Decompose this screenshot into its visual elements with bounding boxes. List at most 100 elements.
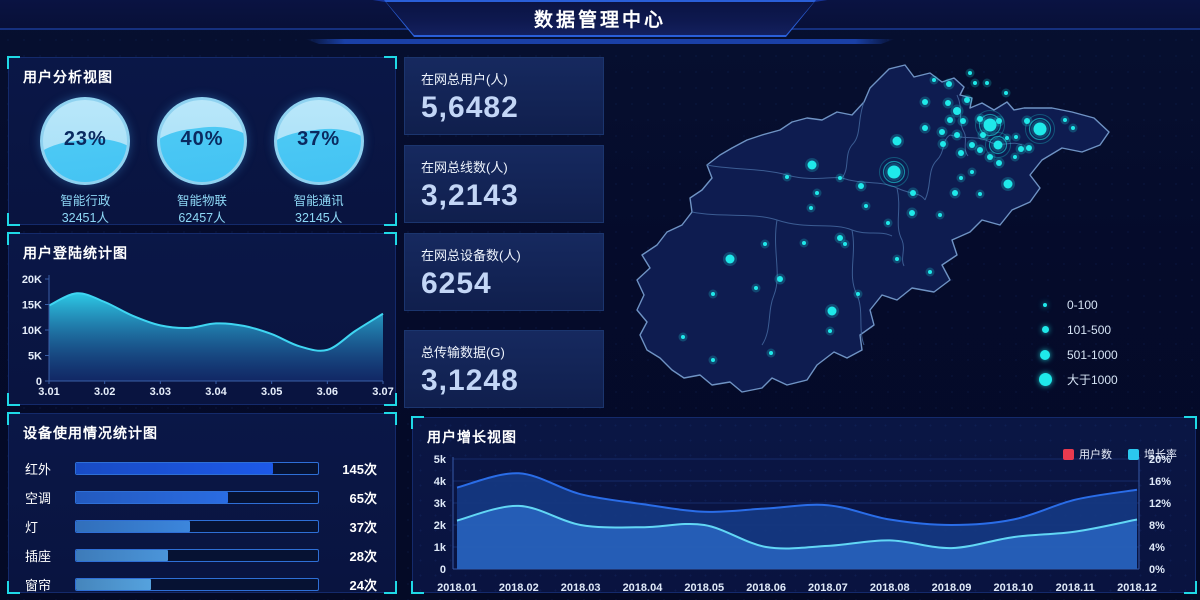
map-data-point[interactable] bbox=[909, 210, 915, 216]
map-data-point[interactable] bbox=[980, 132, 986, 138]
map-data-point[interactable] bbox=[939, 129, 945, 135]
growth-x-tick: 2018.10 bbox=[993, 582, 1033, 594]
map-data-point[interactable] bbox=[978, 192, 982, 196]
header-underline bbox=[305, 39, 895, 44]
map-data-point[interactable] bbox=[938, 213, 942, 217]
growth-left-tick: 3k bbox=[434, 498, 447, 510]
map-data-point[interactable] bbox=[910, 190, 916, 196]
growth-right-tick: 8% bbox=[1149, 520, 1165, 532]
map-data-point[interactable] bbox=[777, 276, 783, 282]
map-data-point[interactable] bbox=[968, 71, 972, 75]
login-y-tick: 5K bbox=[28, 351, 42, 363]
map-data-point[interactable] bbox=[958, 150, 964, 156]
map-data-point[interactable] bbox=[886, 221, 890, 225]
map-data-point[interactable] bbox=[928, 270, 932, 274]
map-data-point[interactable] bbox=[946, 81, 952, 87]
device-bar-value: 37次 bbox=[319, 517, 377, 536]
map-data-point[interactable] bbox=[1014, 135, 1018, 139]
map-data-point[interactable] bbox=[711, 358, 715, 362]
map-data-point[interactable] bbox=[970, 170, 974, 174]
map-data-point[interactable] bbox=[996, 118, 1002, 124]
map-data-point[interactable] bbox=[922, 99, 928, 105]
map-data-point[interactable] bbox=[953, 107, 961, 115]
map-data-point[interactable] bbox=[952, 190, 958, 196]
map-data-point[interactable] bbox=[1004, 91, 1008, 95]
region-map[interactable]: 0-100101-500501-1000大于1000 bbox=[612, 40, 1200, 418]
device-bar-track[interactable] bbox=[75, 491, 319, 504]
map-data-point[interactable] bbox=[808, 161, 817, 170]
map-data-point[interactable] bbox=[1018, 146, 1024, 152]
map-data-point[interactable] bbox=[1026, 145, 1032, 151]
map-data-point[interactable] bbox=[809, 206, 813, 210]
liquid-gauge-circle[interactable]: 23% bbox=[40, 97, 130, 185]
device-bar-label: 空调 bbox=[25, 488, 75, 507]
map-data-point[interactable] bbox=[815, 191, 819, 195]
device-bar-track[interactable] bbox=[75, 578, 319, 591]
legend-item[interactable]: 增长率 bbox=[1128, 446, 1177, 462]
panel-corner-bl bbox=[7, 581, 20, 594]
map-legend-dot-col bbox=[1037, 303, 1053, 307]
map-data-point[interactable] bbox=[945, 100, 951, 106]
device-bar-track[interactable] bbox=[75, 520, 319, 533]
map-data-point[interactable] bbox=[864, 204, 868, 208]
growth-chart-legend[interactable]: 用户数增长率 bbox=[1063, 446, 1177, 462]
map-data-point[interactable] bbox=[964, 97, 970, 103]
header-banner: 数据管理中心 bbox=[384, 0, 816, 37]
growth-left-tick: 0 bbox=[440, 564, 446, 576]
gauge-caption: 智能通讯32145人 bbox=[267, 193, 371, 227]
map-data-point[interactable] bbox=[1024, 118, 1030, 124]
map-data-point[interactable] bbox=[754, 286, 758, 290]
map-data-point[interactable] bbox=[843, 242, 847, 246]
panel-corner-tr bbox=[384, 412, 397, 425]
map-data-point[interactable] bbox=[996, 160, 1002, 166]
map-data-point[interactable] bbox=[893, 137, 902, 146]
login-y-tick: 15K bbox=[22, 300, 42, 312]
login-area-chart[interactable]: 05K10K15K20K3.013.023.033.043.053.063.07 bbox=[9, 267, 397, 407]
map-data-point[interactable] bbox=[769, 351, 773, 355]
map-data-point[interactable] bbox=[837, 235, 843, 241]
stat-label: 总传输数据(G) bbox=[421, 342, 587, 361]
map-data-point[interactable] bbox=[960, 118, 966, 124]
map-data-point[interactable] bbox=[763, 242, 767, 246]
liquid-gauge-circle[interactable]: 40% bbox=[157, 97, 247, 185]
growth-left-tick: 4k bbox=[434, 476, 447, 488]
growth-area-chart[interactable]: 00%1k4%2k8%3k12%4k16%5k20%2018.012018.02… bbox=[413, 451, 1197, 599]
map-data-point[interactable] bbox=[954, 132, 960, 138]
map-legend-row: 0-100 bbox=[1037, 292, 1118, 317]
map-data-point[interactable] bbox=[858, 183, 864, 189]
device-bar-track[interactable] bbox=[75, 549, 319, 562]
map-data-point[interactable] bbox=[785, 175, 789, 179]
map-data-point[interactable] bbox=[994, 141, 1003, 150]
stat-card: 在网总线数(人)3,2143 bbox=[404, 145, 604, 223]
map-data-point[interactable] bbox=[1063, 118, 1067, 122]
map-data-point[interactable] bbox=[828, 307, 837, 316]
map-data-point[interactable] bbox=[726, 255, 735, 264]
liquid-gauge-circle[interactable]: 37% bbox=[274, 97, 364, 185]
map-data-point[interactable] bbox=[828, 329, 832, 333]
map-data-point[interactable] bbox=[932, 78, 936, 82]
map-data-point[interactable] bbox=[1004, 180, 1013, 189]
map-data-point[interactable] bbox=[973, 81, 977, 85]
map-data-point[interactable] bbox=[681, 335, 685, 339]
legend-item[interactable]: 用户数 bbox=[1063, 446, 1112, 462]
map-data-point[interactable] bbox=[1071, 126, 1075, 130]
map-data-point[interactable] bbox=[1013, 155, 1017, 159]
map-data-point[interactable] bbox=[959, 176, 963, 180]
device-bar-label: 红外 bbox=[25, 459, 75, 478]
device-bar-track[interactable] bbox=[75, 462, 319, 475]
map-data-point[interactable] bbox=[838, 176, 842, 180]
map-data-point[interactable] bbox=[985, 81, 989, 85]
map-data-point[interactable] bbox=[895, 257, 899, 261]
map-data-point[interactable] bbox=[940, 141, 946, 147]
map-data-point[interactable] bbox=[947, 117, 953, 123]
map-data-point[interactable] bbox=[1034, 123, 1047, 136]
device-bar-fill bbox=[76, 550, 168, 561]
map-data-point[interactable] bbox=[922, 125, 928, 131]
map-data-point[interactable] bbox=[977, 147, 983, 153]
map-data-point[interactable] bbox=[969, 142, 975, 148]
map-data-point[interactable] bbox=[802, 241, 806, 245]
map-data-point[interactable] bbox=[1005, 136, 1009, 140]
map-data-point[interactable] bbox=[888, 166, 901, 179]
map-data-point[interactable] bbox=[711, 292, 715, 296]
map-data-point[interactable] bbox=[856, 292, 860, 296]
